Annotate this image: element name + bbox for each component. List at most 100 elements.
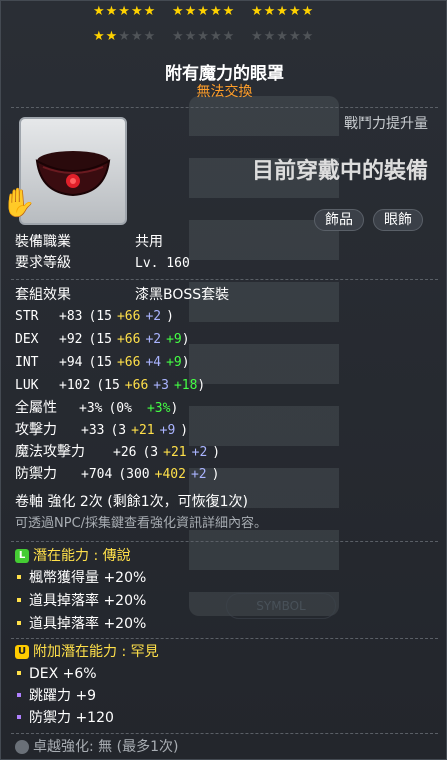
stat-base: (300 — [118, 467, 150, 482]
category-tag-eye: 眼飾 — [373, 209, 423, 231]
star-group-2: ★★★★★ — [172, 4, 236, 19]
bonus-potential-line: 跳躍力 +9 — [15, 687, 96, 705]
star-group-grey-a: ★★★ — [118, 29, 157, 44]
legendary-badge: L — [15, 549, 29, 563]
stat-starforce: +18 — [173, 378, 198, 393]
stat-base: (3 — [142, 445, 159, 460]
stat-enhance: +66 — [116, 332, 141, 347]
stat-close: ) — [197, 378, 206, 393]
stat-total: +92 — [59, 332, 83, 347]
stat-enhance: +66 — [116, 309, 141, 324]
stat-close: ) — [170, 401, 179, 416]
req-job-value: 共用 — [135, 234, 163, 250]
exceptional-icon — [15, 740, 29, 754]
potential-line: 道具掉落率 +20% — [15, 592, 146, 610]
stat-row: 防禦力 +704 (300 +402 +2) — [15, 465, 219, 484]
bonus-potential-tier: 附加潛在能力 : 罕見 — [33, 644, 159, 660]
scroll-upgrade-line: 卷軸 強化 2次 (剩餘1次，可恢復1次) — [15, 494, 248, 510]
divider — [11, 279, 438, 280]
stat-row: LUK +102 (15 +66 +3 +18) — [15, 376, 205, 395]
stat-enhance: +402 — [154, 467, 186, 482]
potential-tier: 潛在能力 : 傳說 — [33, 548, 131, 564]
stat-close: ) — [180, 423, 189, 438]
star-group-1: ★★★★★ — [93, 4, 157, 19]
stat-enhance: +66 — [124, 378, 149, 393]
trade-status: 無法交換 — [196, 84, 253, 100]
currently-equipped-label: 目前穿戴中的裝備 — [251, 159, 428, 184]
req-level-row: 要求等級 Lv. 160 — [15, 254, 190, 273]
stat-name: STR — [15, 309, 39, 324]
stat-base: (15 — [88, 309, 112, 324]
set-effect-row: 套組效果 漆黑BOSS套裝 — [15, 286, 229, 304]
stat-name: DEX — [15, 332, 39, 347]
stat-scroll: +4 — [145, 355, 162, 370]
potential-line: 道具掉落率 +20% — [15, 615, 146, 633]
req-job-label: 裝備職業 — [15, 234, 71, 250]
eye-mask-icon — [35, 151, 111, 197]
stat-total: +94 — [59, 355, 83, 370]
stat-close: ) — [212, 445, 221, 460]
stat-name: LUK — [15, 378, 39, 393]
combat-power-label: 戰鬥力提升量 — [344, 116, 428, 132]
potential-header: L 潛在能力 : 傳說 — [15, 547, 131, 565]
exceptional-enhancement: 卓越強化: 無 (最多1次) — [15, 738, 178, 756]
stat-base: (15 — [88, 355, 112, 370]
req-job-row: 裝備職業 共用 — [15, 233, 163, 251]
bonus-potential-line: DEX +6% — [15, 665, 97, 683]
stat-scroll: +2 — [191, 445, 208, 460]
stat-row: INT +94 (15 +66 +4 +9) — [15, 353, 190, 372]
stat-base: (15 — [88, 332, 112, 347]
star-force-row-1: ★★★★★ ★★★★★ ★★★★★ — [93, 4, 330, 19]
set-effect-label: 套組效果 — [15, 287, 71, 303]
stat-scroll: +2 — [145, 309, 162, 324]
scroll-info-hint: 可透過NPC/採集鍵查看強化資訊詳細內容。 — [15, 516, 268, 531]
stat-total: +33 — [81, 423, 105, 438]
stat-scroll: +9 — [159, 423, 176, 438]
stat-row: 全屬性 +3% (0% +3%) — [15, 399, 178, 418]
stat-name: 全屬性 — [15, 400, 57, 416]
stat-starforce: +9 — [166, 332, 182, 347]
stat-row: 魔法攻擊力 +26 (3 +21 +2) — [15, 443, 220, 462]
exceptional-text: 卓越強化: 無 (最多1次) — [33, 739, 179, 755]
stat-total: +102 — [59, 378, 91, 393]
stat-close: ) — [166, 309, 174, 324]
stat-enhance: +21 — [163, 445, 187, 460]
stat-total: +26 — [113, 445, 137, 460]
stat-enhance: +21 — [131, 423, 155, 438]
category-tag-accessory: 飾品 — [314, 209, 364, 231]
stat-total: +83 — [59, 309, 83, 324]
req-level-label: 要求等級 — [15, 255, 71, 271]
stat-base: (0% — [108, 401, 132, 416]
hand-cursor-icon: ✋ — [1, 186, 36, 219]
stat-total: +704 — [81, 467, 113, 482]
potential-line: 楓幣獲得量 +20% — [15, 569, 146, 587]
stat-total: +3% — [79, 401, 103, 416]
stat-base: (3 — [110, 423, 127, 438]
stat-name: 攻擊力 — [15, 422, 57, 438]
divider — [11, 638, 438, 639]
stat-name: 魔法攻擊力 — [15, 444, 85, 460]
divider — [11, 733, 438, 734]
stat-starforce: +9 — [166, 355, 182, 370]
stat-row: STR +83 (15 +66 +2) — [15, 307, 174, 326]
star-group-gold: ★★ — [93, 29, 119, 44]
divider — [11, 541, 438, 542]
star-group-3: ★★★★★ — [251, 4, 315, 19]
stat-close: ) — [211, 467, 220, 482]
stat-row: DEX +92 (15 +66 +2 +9) — [15, 330, 190, 349]
stat-starforce: +3% — [146, 401, 171, 416]
bonus-potential-line: 防禦力 +120 — [15, 709, 114, 727]
bonus-potential-header: U 附加潛在能力 : 罕見 — [15, 643, 159, 661]
stat-row: 攻擊力 +33 (3 +21 +9) — [15, 421, 188, 440]
star-group-grey-c: ★★★★★ — [251, 29, 315, 44]
divider — [11, 107, 438, 108]
stat-close: ) — [181, 332, 190, 347]
item-tooltip: SYMBOL ★★★★★ ★★★★★ ★★★★★ ★★★★★ ★★★★★ ★★★★★ 附… — [0, 0, 447, 760]
unique-badge: U — [15, 645, 29, 659]
stat-base: (15 — [96, 378, 120, 393]
stat-name: INT — [15, 355, 39, 370]
stat-enhance: +66 — [116, 355, 141, 370]
req-level-value: Lv. 160 — [135, 256, 190, 271]
star-force-row-2: ★★★★★ ★★★★★ ★★★★★ — [93, 29, 330, 44]
star-group-grey-b: ★★★★★ — [172, 29, 236, 44]
